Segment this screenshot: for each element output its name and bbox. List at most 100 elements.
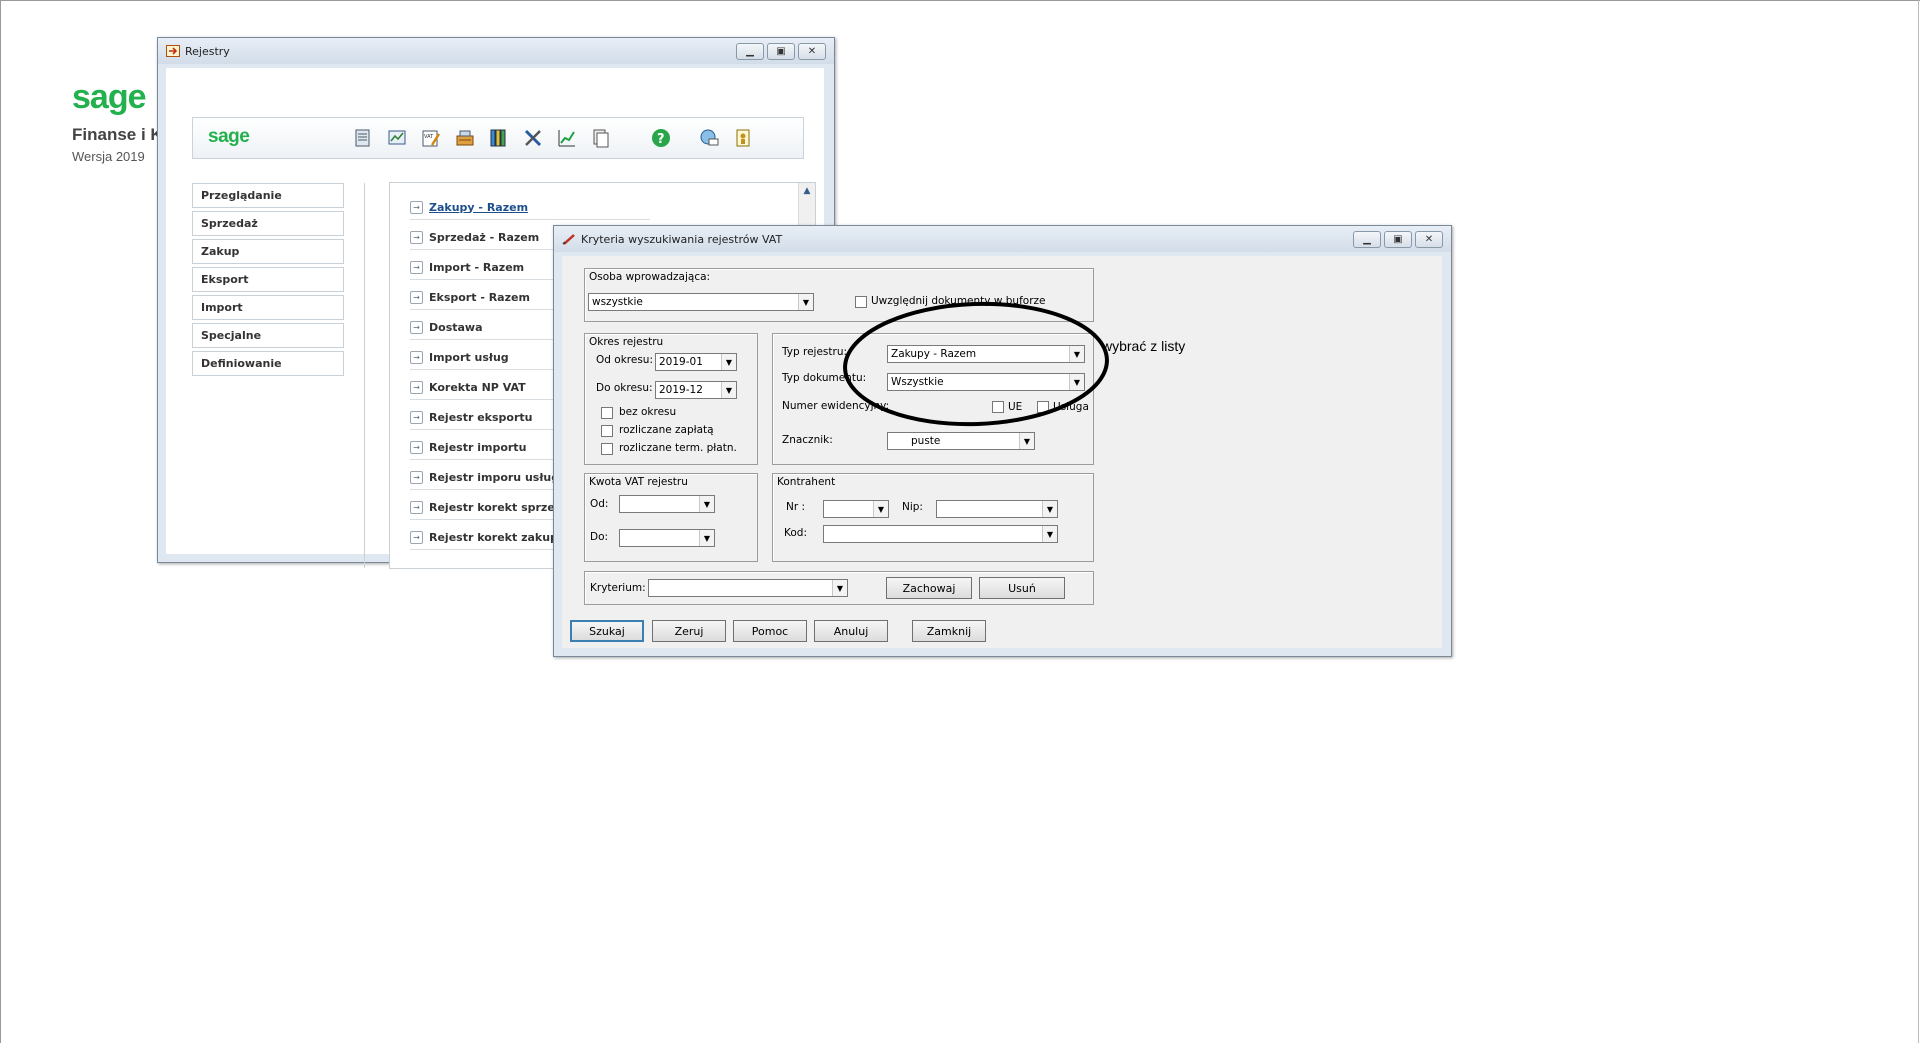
zachowaj-button[interactable]: Zachowaj — [886, 577, 972, 599]
chevron-down-icon: ▼ — [1069, 374, 1084, 390]
do-okresu-label: Do okresu: — [596, 382, 653, 394]
rejestry-toolbar: sage VAT ? — [192, 117, 804, 159]
okres-title: Okres rejestru — [588, 336, 665, 348]
minimize-button[interactable]: ▁ — [1353, 231, 1381, 248]
documents-icon[interactable] — [589, 127, 613, 149]
arrow-right-icon: → — [410, 350, 423, 364]
zaplata-checkbox[interactable] — [601, 425, 613, 437]
pomoc-button[interactable]: Pomoc — [733, 620, 807, 642]
list-item[interactable]: → Zakupy - Razem — [410, 195, 650, 220]
arrow-right-icon: → — [410, 290, 423, 304]
product-version: Wersja 2019 — [72, 149, 145, 164]
nav-item-import[interactable]: Import — [192, 295, 344, 320]
kwota-group: Kwota VAT rejestru Od: ▼ Do: ▼ — [584, 473, 758, 562]
kwota-title: Kwota VAT rejestru — [588, 476, 689, 488]
arrow-right-icon: → — [410, 500, 423, 514]
edit-pencil-icon — [562, 234, 575, 245]
arrow-right-icon: → — [410, 260, 423, 274]
globe-mail-icon[interactable] — [697, 127, 721, 149]
typ-rejestru-select[interactable]: Zakupy - Razem ▼ — [887, 345, 1085, 363]
znacznik-select[interactable]: puste ▼ — [887, 432, 1035, 450]
arrow-right-icon: → — [410, 230, 423, 244]
close-button[interactable]: ✕ — [1415, 231, 1443, 248]
arrow-right-icon: → — [410, 410, 423, 424]
nip-select[interactable]: ▼ — [936, 500, 1058, 518]
arrow-right-icon: → — [410, 440, 423, 454]
user-info-icon[interactable] — [731, 127, 755, 149]
term-platn-checkbox[interactable] — [601, 443, 613, 455]
do-okresu-select[interactable]: 2019-12 ▼ — [655, 381, 737, 399]
arrow-right-icon: → — [410, 320, 423, 334]
annotation-text: wybrać z listy — [1102, 338, 1186, 354]
kwota-od-label: Od: — [590, 498, 609, 510]
zaplata-label: rozliczane zapłatą — [619, 424, 714, 436]
chart-icon[interactable] — [385, 127, 409, 149]
maximize-button[interactable]: ▣ — [1384, 231, 1412, 248]
scroll-up-icon[interactable]: ▲ — [799, 183, 815, 199]
usluga-label: Usługa — [1053, 401, 1089, 413]
nav-item-przegladanie[interactable]: Przeglądanie — [192, 183, 344, 208]
help-icon[interactable]: ? — [649, 127, 673, 149]
vat-edit-icon[interactable]: VAT — [419, 127, 443, 149]
nav-item-sprzedaz[interactable]: Sprzedaż — [192, 211, 344, 236]
maximize-button[interactable]: ▣ — [767, 43, 795, 60]
chevron-down-icon: ▼ — [699, 496, 714, 512]
app-icon — [166, 45, 180, 57]
nav-item-zakup[interactable]: Zakup — [192, 239, 344, 264]
svg-text:VAT: VAT — [424, 134, 434, 140]
chevron-down-icon: ▼ — [832, 580, 847, 596]
rejestry-titlebar[interactable]: Rejestry ▁ ▣ ✕ — [158, 38, 834, 64]
kryterium-select[interactable]: ▼ — [648, 579, 848, 597]
arrow-right-icon: → — [410, 530, 423, 544]
arrow-right-icon: → — [410, 380, 423, 394]
rejestry-nav: Przeglądanie Sprzedaż Zakup Eksport Impo… — [192, 183, 346, 379]
graph-icon[interactable] — [555, 127, 579, 149]
kod-select[interactable]: ▼ — [823, 525, 1058, 543]
kryteria-dialog: Kryteria wyszukiwania rejestrów VAT ▁ ▣ … — [553, 225, 1452, 657]
nav-item-definiowanie[interactable]: Definiowanie — [192, 351, 344, 376]
chevron-down-icon: ▼ — [1019, 433, 1034, 449]
nav-item-eksport[interactable]: Eksport — [192, 267, 344, 292]
registers-icon[interactable] — [351, 127, 375, 149]
binders-icon[interactable] — [487, 127, 511, 149]
kryterium-label: Kryterium: — [590, 582, 646, 594]
typ-dokumentu-select[interactable]: Wszystkie ▼ — [887, 373, 1085, 391]
szukaj-button[interactable]: Szukaj — [570, 620, 644, 642]
nav-divider — [364, 183, 365, 568]
product-name: Finanse i K — [72, 125, 163, 144]
kod-label: Kod: — [784, 527, 807, 539]
kryteria-titlebar[interactable]: Kryteria wyszukiwania rejestrów VAT ▁ ▣ … — [554, 226, 1451, 252]
bufor-checkbox[interactable] — [855, 296, 867, 308]
kontrahent-group: Kontrahent Nr : ▼ Nip: ▼ Kod: ▼ — [772, 473, 1094, 562]
usluga-checkbox[interactable] — [1037, 401, 1049, 413]
nr-select[interactable]: ▼ — [823, 500, 889, 518]
anuluj-button[interactable]: Anuluj — [814, 620, 888, 642]
arrow-right-icon: → — [410, 200, 423, 214]
zamknij-button[interactable]: Zamknij — [912, 620, 986, 642]
screen-border-left — [0, 0, 1, 1043]
bez-okresu-checkbox[interactable] — [601, 407, 613, 419]
ue-checkbox[interactable] — [992, 401, 1004, 413]
sage-logo: sage — [72, 78, 146, 116]
minimize-button[interactable]: ▁ — [736, 43, 764, 60]
typ-rejestru-label: Typ rejestru: — [782, 346, 848, 358]
chevron-down-icon: ▼ — [798, 294, 813, 310]
kwota-do-label: Do: — [590, 531, 609, 543]
kryterium-group: Kryterium: ▼ Zachowaj Usuń — [584, 571, 1094, 605]
kryteria-client: Osoba wprowadzająca: wszystkie ▼ Uwzględn… — [562, 256, 1442, 648]
nav-item-specjalne[interactable]: Specjalne — [192, 323, 344, 348]
close-button[interactable]: ✕ — [798, 43, 826, 60]
kwota-od-select[interactable]: ▼ — [619, 495, 715, 513]
osoba-select[interactable]: wszystkie ▼ — [588, 293, 814, 311]
kontrahent-title: Kontrahent — [776, 476, 837, 488]
chevron-down-icon: ▼ — [721, 382, 736, 398]
chevron-down-icon: ▼ — [1042, 526, 1057, 542]
usun-button[interactable]: Usuń — [979, 577, 1065, 599]
cash-register-icon[interactable] — [453, 127, 477, 149]
tools-icon[interactable] — [521, 127, 545, 149]
kwota-do-select[interactable]: ▼ — [619, 529, 715, 547]
chevron-down-icon: ▼ — [1042, 501, 1057, 517]
zeruj-button[interactable]: Zeruj — [652, 620, 726, 642]
screen-border-top — [0, 0, 1920, 1]
od-okresu-select[interactable]: 2019-01 ▼ — [655, 353, 737, 371]
